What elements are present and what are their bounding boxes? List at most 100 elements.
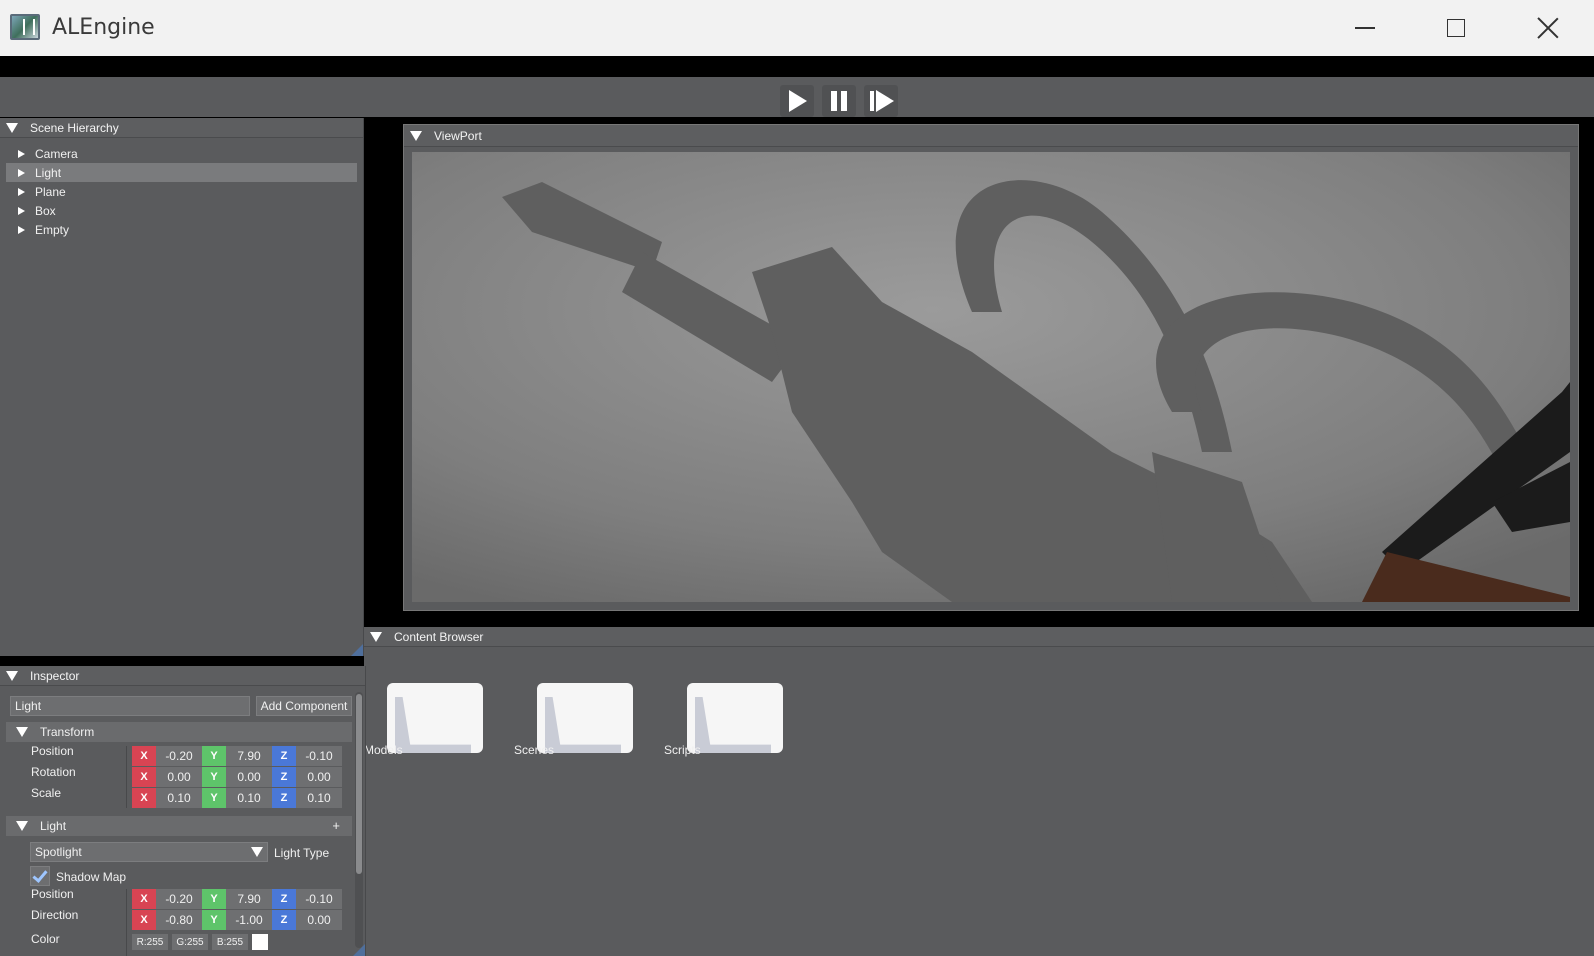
minimize-button[interactable] [1333,8,1397,48]
light-direction-vector: X -0.80 Y -1.00 Z 0.00 [132,910,342,930]
light-position-label: Position [31,887,74,901]
light-type-value: Spotlight [35,845,82,859]
light-type-dropdown[interactable]: Spotlight [30,842,268,862]
hierarchy-item-camera[interactable]: Camera [6,144,357,163]
light-direction-x-field[interactable]: -0.80 [156,910,202,930]
color-g-field[interactable]: G:255 [172,934,208,950]
expand-arrow-icon[interactable] [18,149,25,158]
inspector-title: Inspector [30,668,80,683]
folder-label-scenes[interactable]: Scenes [514,743,554,757]
inspector-header[interactable]: Inspector [0,666,365,686]
transform-position-label: Position [31,744,74,758]
transform-rotation-y-field[interactable]: 0.00 [226,767,272,787]
content-browser-header[interactable]: Content Browser [364,627,1594,647]
light-position-z-field[interactable]: -0.10 [296,889,342,909]
scene-hierarchy-header[interactable]: Scene Hierarchy [0,118,363,138]
checkmark-icon [32,867,48,883]
axis-y-label: Y [202,746,226,766]
light-direction-z-field[interactable]: 0.00 [296,910,342,930]
pause-button[interactable] [822,85,856,117]
column-divider [126,746,127,808]
maximize-button[interactable] [1424,8,1488,48]
step-button[interactable] [864,85,898,117]
add-light-property-button[interactable]: + [332,818,340,833]
resize-grip[interactable] [353,944,365,956]
transform-scale-label: Scale [31,786,62,800]
hierarchy-item-box[interactable]: Box [6,201,357,220]
expand-arrow-icon[interactable] [18,187,25,196]
light-position-x-field[interactable]: -0.20 [156,889,202,909]
maximize-icon [1447,19,1465,37]
axis-z-label: Z [272,767,296,787]
hierarchy-item-label: Plane [35,184,66,199]
transform-scale-z-field[interactable]: 0.10 [296,788,342,808]
transform-position-x-field[interactable]: -0.20 [156,746,202,766]
axis-z-label: Z [272,910,296,930]
light-section-header[interactable]: Light + [6,816,352,836]
viewport-panel: ViewPort [403,124,1579,611]
collapse-triangle-icon [6,670,18,681]
hierarchy-item-label: Light [35,165,62,180]
shadow-map-label: Shadow Map [56,870,127,884]
transform-rotation-z-field[interactable]: 0.00 [296,767,342,787]
folder-label-scripts[interactable]: Scripts [664,743,701,757]
inspector-panel: Inspector Light Add Component Transform … [0,666,366,956]
light-section-title: Light [40,819,67,833]
folder-label-models[interactable]: Models [364,743,403,757]
minimize-icon [1355,27,1375,29]
collapse-triangle-icon [16,727,28,737]
axis-x-label: X [132,746,156,766]
app-icon [10,14,40,40]
light-color-fields: R:255 G:255 B:255 [132,934,268,950]
expand-arrow-icon[interactable] [18,225,25,234]
hierarchy-list: Camera Light Plane Box Empty [0,138,363,239]
transform-rotation-vector: X 0.00 Y 0.00 Z 0.00 [132,767,342,787]
close-button[interactable] [1516,8,1580,48]
transform-rotation-label: Rotation [31,765,76,779]
axis-x-label: X [132,910,156,930]
transform-scale-x-field[interactable]: 0.10 [156,788,202,808]
axis-x-label: X [132,767,156,787]
add-component-button[interactable]: Add Component [256,696,352,716]
axis-z-label: Z [272,788,296,808]
scene-render-image [412,152,1570,602]
axis-y-label: Y [202,910,226,930]
scene-render-canvas[interactable] [412,152,1570,602]
color-r-field[interactable]: R:255 [132,934,168,950]
content-browser-title: Content Browser [394,629,484,644]
inspector-body: Light Add Component Transform Position X… [0,686,354,956]
transform-scale-y-field[interactable]: 0.10 [226,788,272,808]
axis-y-label: Y [202,889,226,909]
hierarchy-item-empty[interactable]: Empty [6,220,357,239]
transform-rotation-x-field[interactable]: 0.00 [156,767,202,787]
axis-x-label: X [132,788,156,808]
shadow-map-checkbox[interactable] [30,866,50,886]
window-title: ALEngine [52,15,155,40]
hierarchy-item-light[interactable]: Light [6,163,357,182]
expand-arrow-icon[interactable] [18,168,25,177]
play-icon [789,90,807,112]
viewport-header[interactable]: ViewPort [404,125,1578,147]
content-browser-panel: Content Browser Models Scenes Scripts [364,627,1594,956]
expand-arrow-icon[interactable] [18,206,25,215]
transform-position-y-field[interactable]: 7.90 [226,746,272,766]
light-position-vector: X -0.20 Y 7.90 Z -0.10 [132,889,342,909]
dropdown-arrow-icon [251,847,263,857]
color-b-field[interactable]: B:255 [212,934,248,950]
close-icon [1537,17,1559,39]
play-button[interactable] [780,85,814,117]
collapse-triangle-icon [410,130,422,141]
inspector-scrollbar[interactable] [355,692,363,948]
light-position-y-field[interactable]: 7.90 [226,889,272,909]
scrollbar-thumb[interactable] [356,694,362,874]
light-direction-y-field[interactable]: -1.00 [226,910,272,930]
scene-hierarchy-panel: Scene Hierarchy Camera Light Plane Box E… [0,118,364,656]
color-swatch[interactable] [252,934,268,950]
hierarchy-item-plane[interactable]: Plane [6,182,357,201]
hierarchy-item-label: Empty [35,222,70,237]
axis-z-label: Z [272,746,296,766]
transform-position-z-field[interactable]: -0.10 [296,746,342,766]
resize-grip[interactable] [351,644,363,656]
object-name-input[interactable]: Light [10,696,250,716]
transform-section-header[interactable]: Transform [6,722,352,742]
